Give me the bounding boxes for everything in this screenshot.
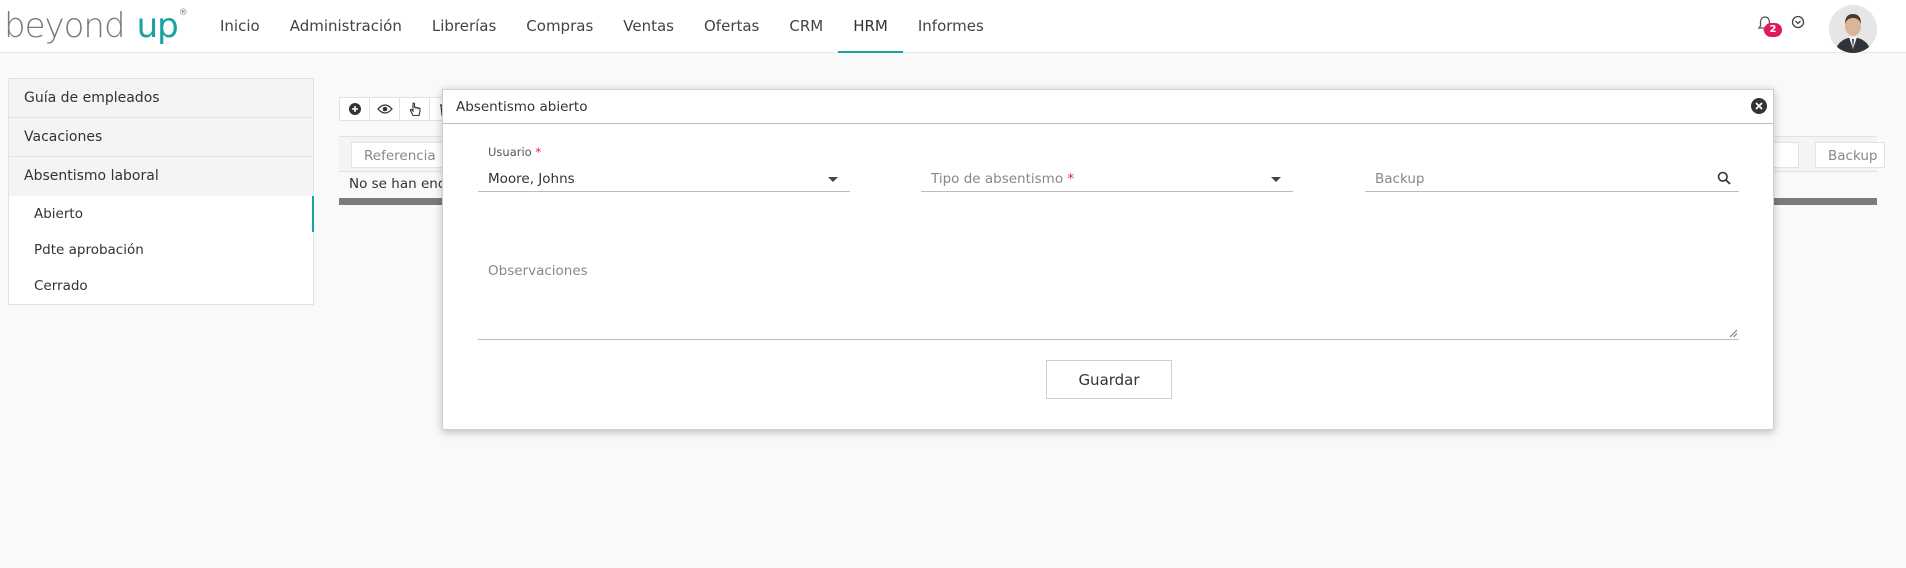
nav-item-ventas[interactable]: Ventas <box>608 0 689 53</box>
observaciones-textarea[interactable]: Observaciones <box>478 249 1739 340</box>
tipo-absentismo-placeholder: Tipo de absentismo <box>931 171 1064 187</box>
nav-item-administracion[interactable]: Administración <box>275 0 417 53</box>
avatar-portrait-icon <box>1829 5 1877 53</box>
usuario-value: Moore, Johns <box>488 171 575 187</box>
select-button[interactable] <box>400 98 430 120</box>
sidebar-subitem-cerrado[interactable]: Cerrado <box>9 268 313 304</box>
tipo-absentismo-select[interactable]: Tipo de absentismo * <box>921 166 1293 192</box>
view-icon <box>376 104 393 114</box>
chevron-down-icon <box>1271 177 1281 182</box>
search-icon[interactable] <box>1717 171 1731 185</box>
sidebar-subitem-pdte-aprobacion[interactable]: Pdte aprobación <box>9 232 313 268</box>
beyond-up-logo[interactable]: beyond up ® <box>4 6 188 46</box>
chevron-down-icon <box>828 177 838 182</box>
required-mark: * <box>1067 171 1075 187</box>
backup-placeholder: Backup <box>1375 171 1425 187</box>
backup-search-field[interactable]: Backup <box>1365 166 1739 192</box>
logo-registered-mark: ® <box>178 8 188 18</box>
usuario-label: Usuario * <box>488 145 541 159</box>
nav-item-informes[interactable]: Informes <box>903 0 999 53</box>
modal-header: Absentismo abierto <box>443 90 1773 124</box>
user-avatar[interactable] <box>1829 5 1877 53</box>
close-icon[interactable] <box>1750 97 1768 115</box>
column-filter-backup[interactable]: Backup <box>1815 142 1885 168</box>
add-icon <box>348 103 361 115</box>
nav-item-librerias[interactable]: Librerías <box>417 0 511 53</box>
usuario-label-text: Usuario <box>488 145 532 159</box>
modal-title: Absentismo abierto <box>456 99 588 115</box>
absentismo-modal: Absentismo abierto Usuario * Moore, John… <box>442 89 1774 430</box>
hrm-sidebar: Guía de empleados Vacaciones Absentismo … <box>8 78 314 305</box>
hand-pointer-icon <box>409 101 421 116</box>
view-button[interactable] <box>370 98 400 120</box>
nav-item-inicio[interactable]: Inicio <box>205 0 275 53</box>
save-button[interactable]: Guardar <box>1046 360 1172 399</box>
main-nav: Inicio Administración Librerías Compras … <box>205 0 999 53</box>
nav-item-compras[interactable]: Compras <box>511 0 608 53</box>
logo-text-beyond: beyond <box>4 6 126 46</box>
resize-handle-icon[interactable] <box>1729 329 1738 338</box>
top-navbar: beyond up ® Inicio Administración Librer… <box>0 0 1906 53</box>
no-records-text: No se han enco <box>349 176 454 192</box>
required-mark: * <box>535 145 542 159</box>
usuario-select[interactable]: Moore, Johns <box>478 166 850 192</box>
observaciones-placeholder: Observaciones <box>488 263 588 279</box>
nav-item-hrm[interactable]: HRM <box>838 0 903 53</box>
add-button[interactable] <box>340 98 370 120</box>
notification-badge: 2 <box>1764 23 1782 37</box>
nav-item-crm[interactable]: CRM <box>774 0 838 53</box>
column-filter-referencia[interactable]: Referencia <box>351 142 443 168</box>
nav-item-ofertas[interactable]: Ofertas <box>689 0 774 53</box>
sidebar-item-guia-empleados[interactable]: Guía de empleados <box>9 79 313 118</box>
sidebar-subitem-abierto[interactable]: Abierto <box>9 196 314 232</box>
chevron-circle-down-icon[interactable] <box>1791 15 1805 29</box>
sidebar-item-absentismo-laboral[interactable]: Absentismo laboral <box>9 157 313 196</box>
sidebar-item-vacaciones[interactable]: Vacaciones <box>9 118 313 157</box>
logo-text-up: up <box>136 6 179 46</box>
